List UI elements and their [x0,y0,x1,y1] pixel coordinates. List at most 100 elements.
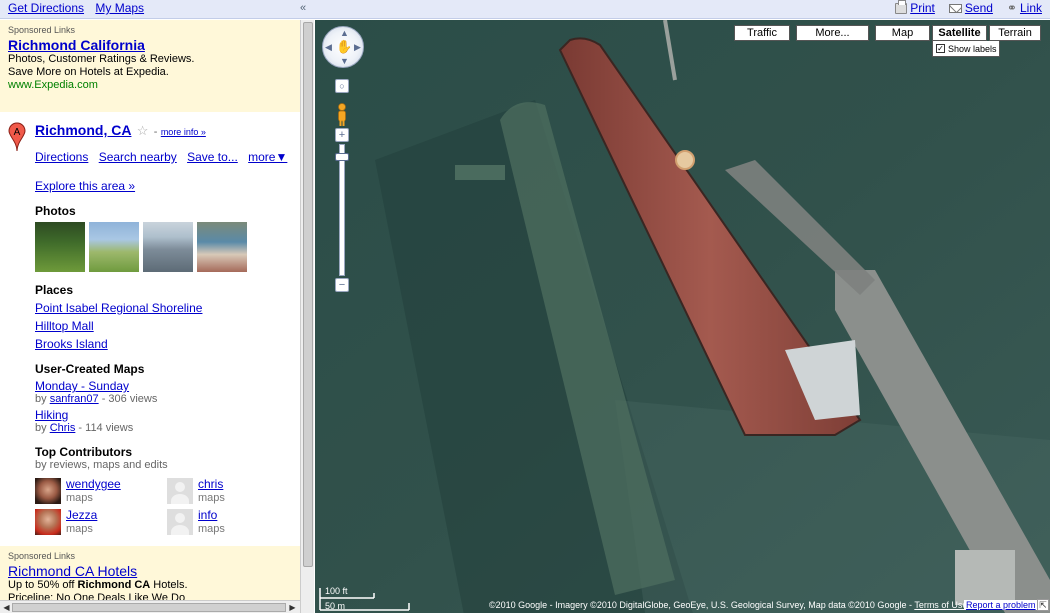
zoom-in-button[interactable]: + [335,128,349,142]
contributor-link[interactable]: wendygee [66,478,121,491]
ad-title-link[interactable]: Richmond California [8,37,288,53]
traffic-button[interactable]: Traffic [734,25,790,41]
contributor: Jezza maps [35,509,167,536]
show-labels-toggle[interactable]: ✓ Show labels [932,41,1000,57]
ad-title-link[interactable]: Richmond CA Hotels [8,563,288,579]
more-info-link[interactable]: more info » [161,127,206,137]
avatar[interactable] [35,509,61,535]
ad-line: Save More on Hotels at Expedia. [8,66,169,78]
avatar[interactable] [35,478,61,504]
map-marker-icon[interactable]: A [8,122,26,152]
printer-icon [895,0,908,14]
directions-link[interactable]: Directions [35,150,88,164]
ad-text-bold: Richmond CA [77,579,151,591]
envelope-icon [948,3,962,13]
pan-up-icon[interactable]: ▲ [340,28,349,38]
pan-right-icon[interactable]: ▶ [354,42,361,53]
top-bar: Get Directions My Maps « Print Send ⚭ Li… [0,0,1050,19]
sponsored-ad-top: Sponsored Links Richmond California Phot… [0,20,300,112]
zoom-slider-handle[interactable] [335,153,349,161]
send-label[interactable]: Send [965,1,993,15]
save-to-link[interactable]: Save to... [187,150,238,164]
get-directions-link[interactable]: Get Directions [8,1,84,15]
print-label[interactable]: Print [910,1,935,15]
scale-meters: 50 m [325,601,346,611]
places-heading: Places [35,283,74,297]
user-map-item: Hiking by Chris - 114 views [35,408,300,434]
ad-url[interactable]: www.Expedia.com [8,79,288,91]
photos-row [35,222,300,272]
more-layers-button[interactable]: More... [796,25,869,41]
terrain-view-button[interactable]: Terrain [989,25,1041,41]
star-icon[interactable]: ☆ [137,123,149,138]
places-list: Point Isabel Regional Shoreline Hilltop … [35,301,300,351]
vertical-scrollbar[interactable] [300,20,314,613]
pan-left-icon[interactable]: ◀ [325,42,332,53]
by-label: by [35,422,47,434]
by-label: by [35,393,47,405]
default-avatar-icon[interactable] [167,478,193,504]
default-avatar-icon[interactable] [167,509,193,535]
author-link[interactable]: sanfran07 [50,393,99,405]
photos-heading: Photos [35,204,76,218]
contributors-heading: Top Contributors [35,445,133,459]
print-button[interactable]: Print [895,0,935,15]
zoom-slider-track[interactable] [339,144,345,276]
author-link[interactable]: Chris [50,422,76,434]
ad-line: Priceline: No One Deals Like We Do [8,592,186,600]
zoom-out-button[interactable]: − [335,278,349,292]
checkbox-checked-icon[interactable]: ✓ [936,44,945,53]
satellite-map[interactable]: Traffic More... Map Satellite Terrain ✓ … [315,20,1050,613]
ad-line: Up to 50% off Richmond CA Hotels. [8,579,288,592]
reset-view-icon[interactable]: ○ [335,79,349,93]
link-label[interactable]: Link [1020,1,1042,15]
resize-icon[interactable]: ⇱ [1037,599,1049,611]
link-button[interactable]: ⚭ Link [1007,1,1042,15]
satellite-view-button[interactable]: Satellite [932,25,987,41]
chain-link-icon: ⚭ [1006,1,1017,15]
contributors-grid: wendygee maps chris maps Jezza maps info map… [35,478,300,536]
marker-letter: A [14,127,21,138]
more-actions-link[interactable]: more▼ [248,150,287,164]
photo-thumbnail[interactable] [89,222,139,272]
map-view-button[interactable]: Map [875,25,930,41]
photo-thumbnail[interactable] [197,222,247,272]
contributor-link[interactable]: chris [198,478,225,491]
place-title-link[interactable]: Richmond, CA [35,122,131,138]
view-count: - 114 views [78,422,134,434]
scroll-right-icon[interactable]: ▶ [287,602,298,613]
user-maps-heading: User-Created Maps [35,362,145,376]
place-actions: Directions Search nearby Save to... more… [35,150,300,164]
collapse-panel-icon[interactable]: « [300,2,306,14]
place-link[interactable]: Hilltop Mall [35,319,94,333]
pan-control[interactable]: ▲ ▼ ◀ ▶ ✋ [322,26,364,68]
contributor-sub: maps [198,523,225,535]
scrollbar-thumb[interactable] [303,22,313,567]
satellite-imagery [315,20,1050,613]
scroll-left-icon[interactable]: ◀ [1,602,12,613]
contributor-link[interactable]: info [198,509,225,522]
report-problem-link[interactable]: Report a problem [964,600,1038,610]
my-maps-link[interactable]: My Maps [95,1,144,15]
user-map-link[interactable]: Hiking [35,408,68,422]
pan-down-icon[interactable]: ▼ [340,56,349,66]
sponsored-ad-bottom: Sponsored Links Richmond CA Hotels Up to… [0,546,300,600]
ad-text: Up to 50% off [8,579,78,591]
photo-thumbnail[interactable] [143,222,193,272]
contributor-link[interactable]: Jezza [66,509,97,522]
ad-text: Hotels. [150,579,188,591]
user-map-link[interactable]: Monday - Sunday [35,379,129,393]
horizontal-scrollbar[interactable]: ◀ ▶ [0,600,300,613]
terms-link[interactable]: Terms of Use [914,600,967,610]
place-link[interactable]: Point Isabel Regional Shoreline [35,301,202,315]
send-button[interactable]: Send [948,1,993,15]
scrollbar-thumb[interactable] [12,603,286,612]
pegman-icon[interactable] [336,103,348,127]
explore-area-link[interactable]: Explore this area » [35,179,135,193]
search-nearby-link[interactable]: Search nearby [99,150,177,164]
show-labels-label: Show labels [948,43,997,54]
side-panel: Sponsored Links Richmond California Phot… [0,20,300,600]
place-link[interactable]: Brooks Island [35,337,108,351]
photo-thumbnail[interactable] [35,222,85,272]
place-result: A Richmond, CA ☆ - more info » Direction… [0,112,300,536]
